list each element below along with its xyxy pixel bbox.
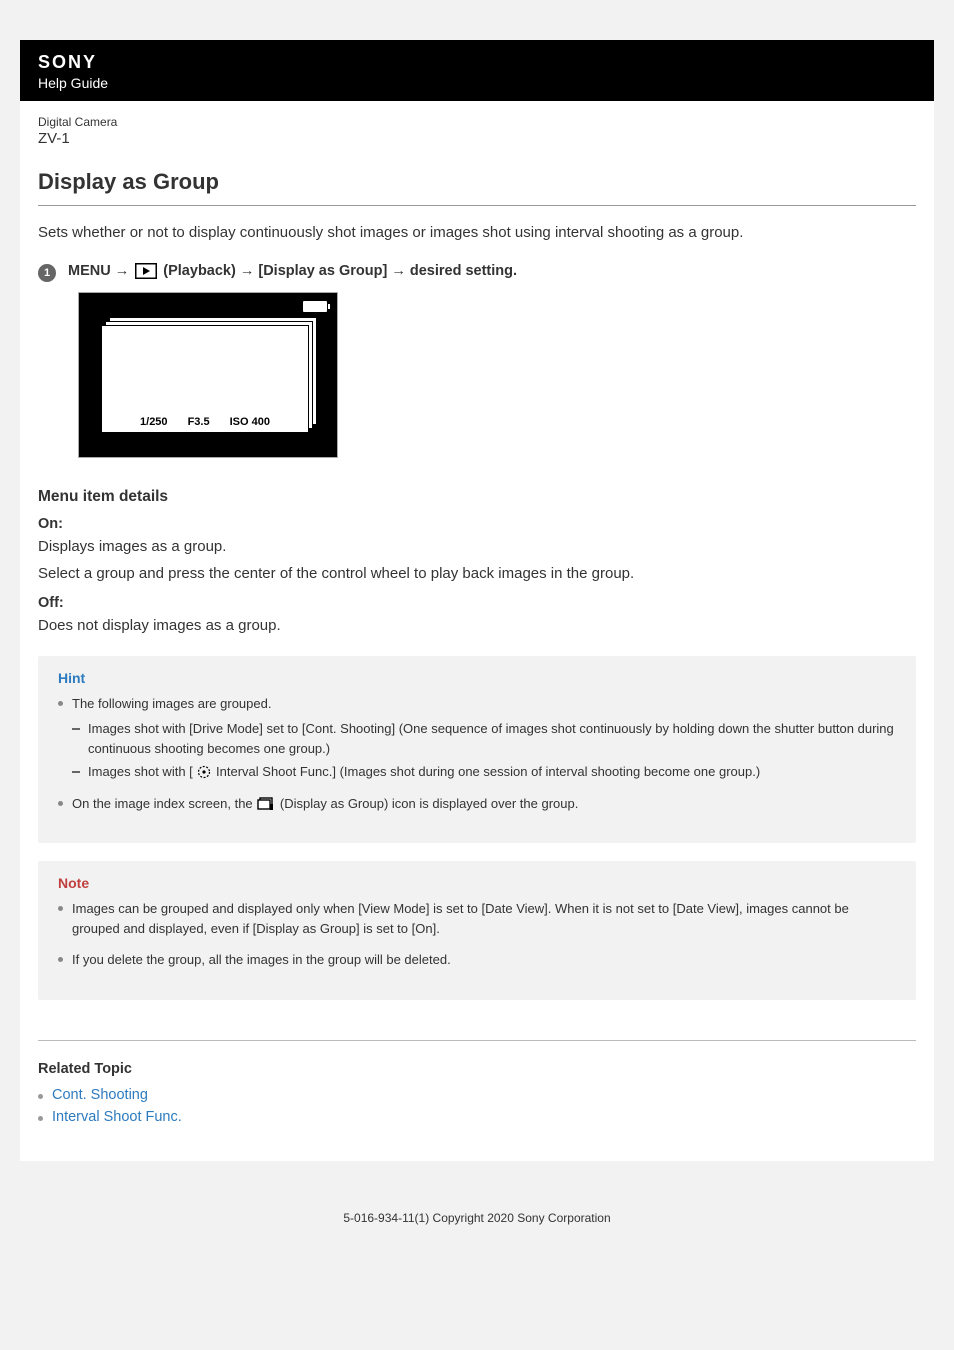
menu-item-details-heading: Menu item details: [38, 488, 916, 506]
hint-callout: Hint The following images are grouped. I…: [38, 656, 916, 844]
product-category: Digital Camera: [38, 115, 916, 129]
hint-sub-2: Images shot with [ Interval Shoot Func.]…: [72, 762, 896, 782]
note-bullet-1: Images can be grouped and displayed only…: [58, 899, 896, 938]
hint-bullet-1-text: The following images are grouped.: [72, 696, 271, 711]
hint-sub-1: Images shot with [Drive Mode] set to [Co…: [72, 719, 896, 758]
intro-text: Sets whether or not to display continuou…: [38, 224, 916, 241]
stack-card-front: 1/250 F3.5 ISO 400: [101, 325, 309, 433]
related-link-cont-shooting[interactable]: Cont. Shooting: [52, 1087, 148, 1103]
display-as-group-icon: [257, 797, 275, 811]
detail-on-desc2: Select a group and press the center of t…: [38, 563, 916, 586]
footer-copyright: 5-016-934-11(1) Copyright 2020 Sony Corp…: [0, 1181, 954, 1265]
related-topic-heading: Related Topic: [38, 1061, 916, 1077]
help-guide-label: Help Guide: [38, 75, 916, 91]
illu-iso: ISO 400: [230, 416, 270, 428]
hint-bullet-2: On the image index screen, the (Display …: [58, 794, 896, 814]
interval-shoot-icon: [197, 765, 211, 779]
header-bar: SONY Help Guide: [20, 40, 934, 101]
title-rule: [38, 205, 916, 206]
note-callout: Note Images can be grouped and displayed…: [38, 861, 916, 1000]
step-instruction: MENU → (Playback) → [Display as Group] →…: [68, 263, 517, 279]
illu-shutter: 1/250: [140, 416, 168, 428]
step-menu-path: (Playback) → [Display as Group] → desire…: [163, 263, 517, 279]
step-1: 1 MENU → (Playback) → [Display as Group]…: [38, 263, 916, 282]
product-model: ZV-1: [38, 130, 916, 147]
hint-sub-2a: Images shot with [: [88, 764, 193, 779]
related-link-item: Cont. Shooting: [38, 1087, 916, 1103]
hint-title: Hint: [58, 670, 896, 686]
note-title: Note: [58, 875, 896, 891]
page-title: Display as Group: [38, 169, 916, 195]
battery-icon: [303, 301, 327, 312]
detail-on-desc1: Displays images as a group.: [38, 536, 916, 559]
step-number-badge: 1: [38, 264, 56, 282]
brand-logo: SONY: [38, 52, 916, 73]
group-illustration: 1/250 F3.5 ISO 400: [78, 292, 338, 458]
note-bullet-2: If you delete the group, all the images …: [58, 950, 896, 970]
detail-on-label: On:: [38, 516, 916, 532]
detail-off-desc1: Does not display images as a group.: [38, 615, 916, 638]
hint-bullet-2b: (Display as Group) icon is displayed ove…: [280, 796, 578, 811]
hint-sub-2b: Interval Shoot Func.] (Images shot durin…: [216, 764, 760, 779]
step-menu-prefix: MENU →: [68, 263, 133, 279]
illu-aperture: F3.5: [188, 416, 210, 428]
playback-icon: [135, 263, 157, 279]
hint-bullet-2a: On the image index screen, the: [72, 796, 256, 811]
related-link-interval-shoot[interactable]: Interval Shoot Func.: [52, 1109, 182, 1125]
hint-bullet-1: The following images are grouped. Images…: [58, 694, 896, 782]
detail-off-label: Off:: [38, 595, 916, 611]
end-rule: [38, 1040, 916, 1041]
related-link-item: Interval Shoot Func.: [38, 1109, 916, 1125]
